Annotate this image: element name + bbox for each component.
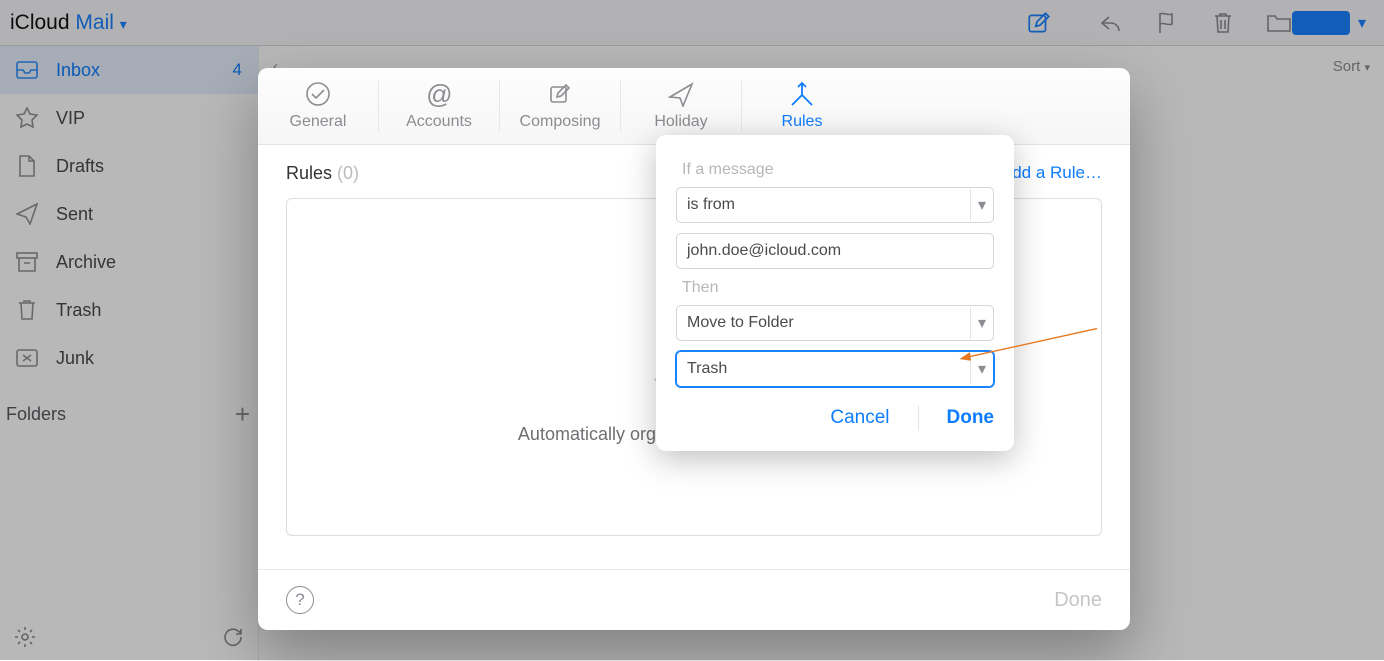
- reply-icon[interactable]: [1098, 10, 1124, 36]
- sidebar-section-folders: Folders +: [0, 394, 258, 434]
- cancel-button[interactable]: Cancel: [830, 407, 889, 429]
- help-button[interactable]: ?: [286, 586, 314, 614]
- compose-icon: [548, 81, 572, 107]
- chevron-down-icon: ▾: [120, 16, 127, 32]
- archive-icon: [16, 251, 38, 273]
- trash-icon[interactable]: [1210, 10, 1236, 36]
- sidebar-label: Junk: [56, 348, 94, 369]
- sidebar-label: Drafts: [56, 156, 104, 177]
- gear-icon[interactable]: [14, 626, 36, 653]
- account-badge[interactable]: [1292, 11, 1350, 35]
- app-name: iCloud: [10, 11, 70, 34]
- preferences-done-button[interactable]: Done: [1054, 589, 1102, 612]
- at-icon: @: [426, 81, 452, 107]
- refresh-icon[interactable]: [222, 626, 244, 653]
- chevron-down-icon: ▾: [970, 353, 993, 385]
- rule-editor-popover: If a message is from ▾ john.doe@icloud.c…: [656, 135, 1014, 451]
- checkmark-circle-icon: [305, 81, 331, 107]
- tab-composing[interactable]: Composing: [500, 80, 621, 132]
- target-folder-select[interactable]: Trash ▾: [676, 351, 994, 387]
- airplane-icon: [668, 81, 694, 107]
- tab-holiday[interactable]: Holiday: [621, 80, 742, 132]
- sidebar-item-drafts[interactable]: Drafts: [0, 142, 258, 190]
- done-button[interactable]: Done: [947, 407, 995, 429]
- condition-select[interactable]: is from ▾: [676, 187, 994, 223]
- app-section: Mail: [75, 11, 114, 34]
- chevron-down-icon: ▾: [970, 189, 993, 221]
- compose-icon[interactable]: [1026, 10, 1052, 36]
- sidebar-label: VIP: [56, 108, 85, 129]
- sidebar-item-junk[interactable]: Junk: [0, 334, 258, 382]
- flag-icon[interactable]: [1154, 10, 1180, 36]
- action-select[interactable]: Move to Folder ▾: [676, 305, 994, 341]
- tab-rules[interactable]: Rules: [742, 80, 862, 132]
- rules-icon: [788, 81, 816, 107]
- folder-icon[interactable]: [1266, 10, 1292, 36]
- sidebar-item-sent[interactable]: Sent: [0, 190, 258, 238]
- chevron-down-icon: ▾: [1364, 62, 1370, 74]
- document-icon: [16, 155, 38, 177]
- sidebar-label: Archive: [56, 252, 116, 273]
- app-title[interactable]: iCloud Mail ▾: [10, 11, 127, 35]
- sidebar-label: Sent: [56, 204, 93, 225]
- rules-count: (0): [337, 163, 359, 183]
- if-label: If a message: [682, 161, 994, 179]
- folders-label: Folders: [6, 404, 66, 425]
- paperplane-icon: [16, 203, 38, 225]
- chevron-down-icon[interactable]: ▾: [1358, 13, 1366, 33]
- sidebar-item-trash[interactable]: Trash: [0, 286, 258, 334]
- inbox-count: 4: [233, 60, 242, 80]
- tab-general[interactable]: General: [258, 80, 379, 132]
- star-icon: [16, 107, 38, 129]
- then-label: Then: [682, 279, 994, 297]
- rules-heading: Rules (0): [286, 163, 359, 183]
- sidebar-item-vip[interactable]: VIP: [0, 94, 258, 142]
- trash-icon: [16, 299, 38, 321]
- sort-button[interactable]: Sort ▾: [1333, 58, 1370, 75]
- inbox-icon: [16, 59, 38, 81]
- sidebar-item-archive[interactable]: Archive: [0, 238, 258, 286]
- address-input[interactable]: john.doe@icloud.com: [676, 233, 994, 269]
- tab-accounts[interactable]: @ Accounts: [379, 80, 500, 132]
- sidebar-item-inbox[interactable]: Inbox 4: [0, 46, 258, 94]
- sidebar-label: Trash: [56, 300, 101, 321]
- chevron-down-icon: ▾: [970, 307, 993, 339]
- add-rule-button[interactable]: Add a Rule…: [1001, 163, 1102, 183]
- junk-icon: [16, 347, 38, 369]
- sidebar: Inbox 4 VIP Drafts Sent Archive Trash Ju…: [0, 46, 259, 661]
- sidebar-label: Inbox: [56, 60, 100, 81]
